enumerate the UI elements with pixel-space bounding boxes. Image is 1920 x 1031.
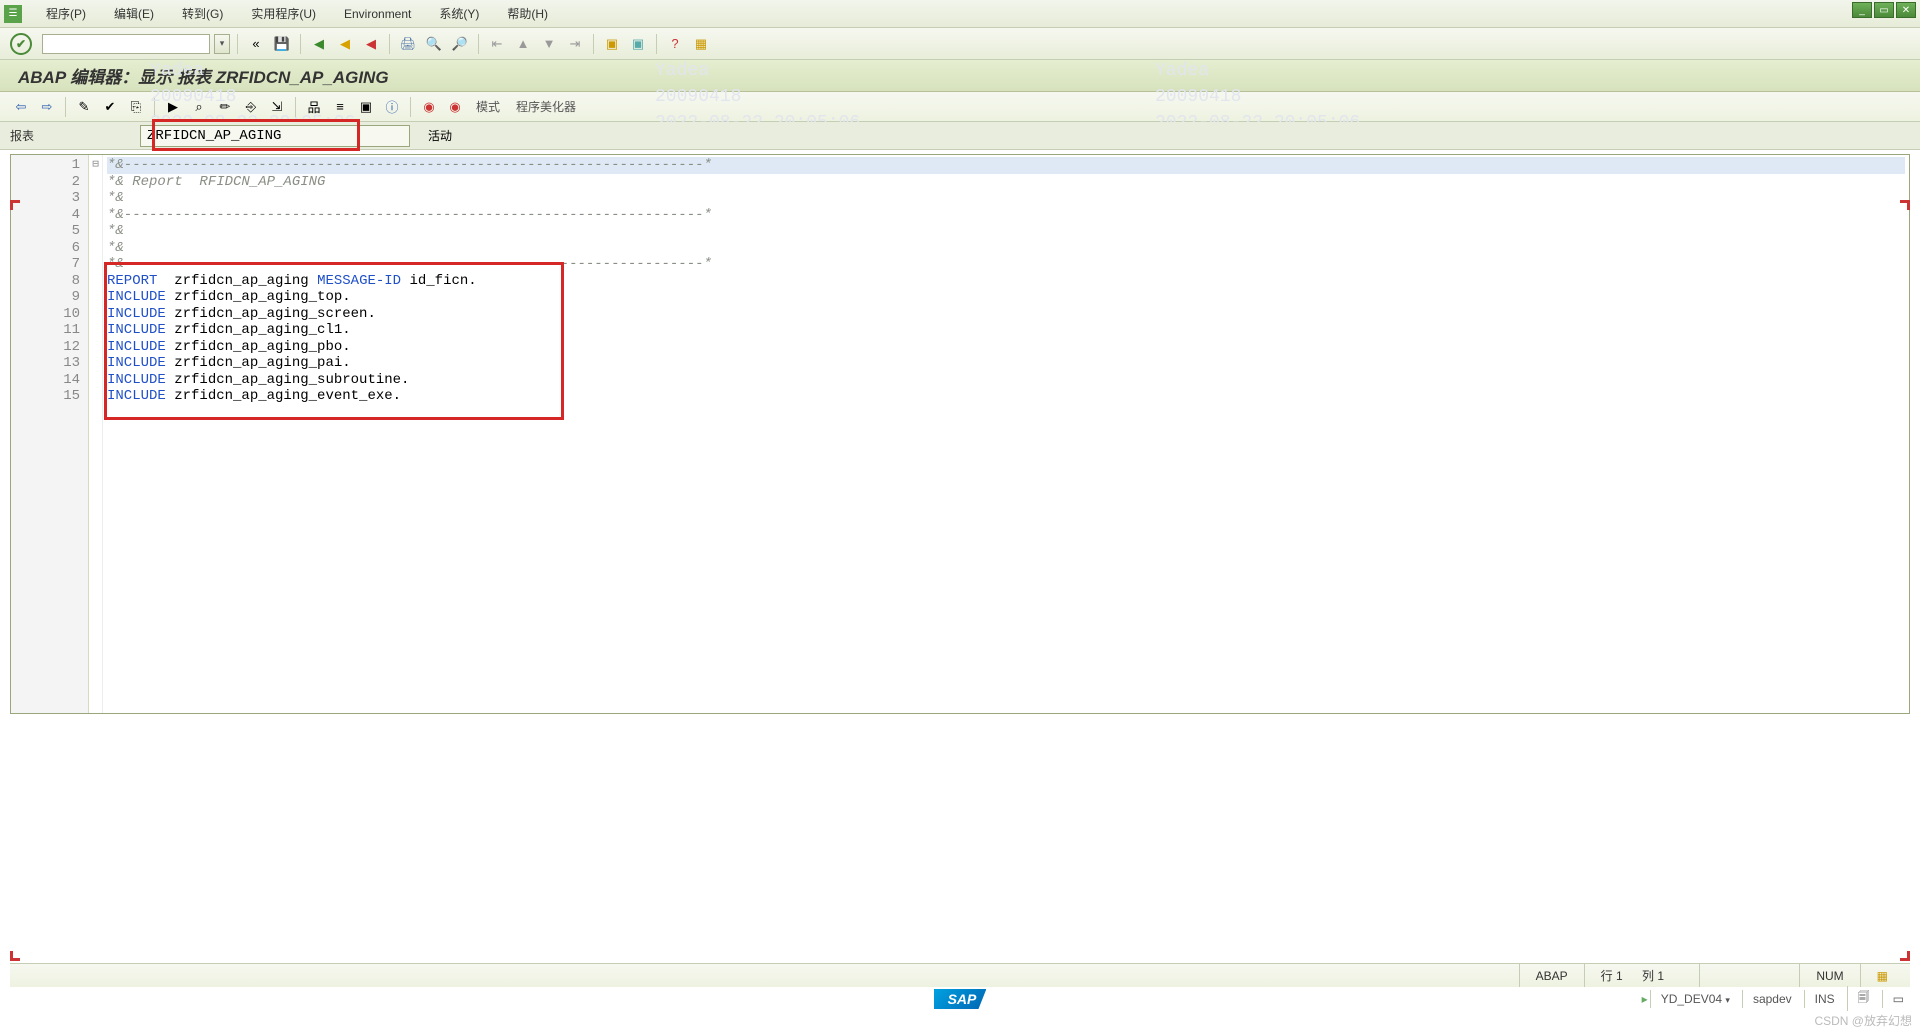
menu-help[interactable]: 帮助(H)	[493, 1, 562, 26]
where-used-icon[interactable]: ⌕	[188, 96, 210, 118]
nav-back-icon[interactable]: ⇦	[10, 96, 32, 118]
menu-utilities[interactable]: 实用程序(U)	[237, 1, 330, 26]
check-icon[interactable]: ✔	[99, 96, 121, 118]
first-page-icon[interactable]: ⇤	[486, 33, 508, 55]
history-back-icon[interactable]: «	[245, 33, 267, 55]
nav-forward-icon[interactable]: ⇨	[36, 96, 58, 118]
menu-system[interactable]: 系统(Y)	[425, 1, 493, 26]
app-toolbar: ⇦ ⇨ ✎ ✔ ⎘ ▶ ⌕ ✏ ⎆ ⇲ 品 ≡ ▣ ⓘ ◉ ◉ 模式 程序美化器	[0, 92, 1920, 122]
line-gutter: 123456789101112131415	[11, 155, 89, 713]
minimize-icon[interactable]: _	[1852, 2, 1872, 18]
exit-icon[interactable]: ◀	[334, 33, 356, 55]
corner-marker	[10, 200, 20, 210]
footer-right: ▸ YD_DEV04 ▾ sapdev INS 🗐 ▭	[1642, 986, 1914, 1011]
window-controls: _ ▭ ✕	[1852, 2, 1916, 18]
info-icon[interactable]: ⓘ	[381, 96, 403, 118]
test-icon[interactable]: ▶	[162, 96, 184, 118]
enter-button[interactable]: ✔	[10, 33, 32, 55]
footer-icon-1[interactable]: 🗐	[1847, 986, 1880, 1011]
sap-logo: SAP	[934, 989, 987, 1009]
code-content[interactable]: *&--------------------------------------…	[103, 155, 1909, 713]
next-page-icon[interactable]: ▼	[538, 33, 560, 55]
fullscreen-icon[interactable]: ▣	[355, 96, 377, 118]
layout-icon[interactable]: ▦	[690, 33, 712, 55]
ins-mode: INS	[1804, 990, 1845, 1008]
new-session-icon[interactable]: ▣	[601, 33, 623, 55]
menu-edit[interactable]: 编辑(E)	[100, 1, 168, 26]
system-id[interactable]: YD_DEV04 ▾	[1650, 990, 1740, 1008]
standard-toolbar: ✔ ▾ « 💾 ◀ ◀ ◀ 🖨 🔍 🔎 ⇤ ▲ ▼ ⇥ ▣ ▣ ? ▦	[0, 28, 1920, 60]
command-dropdown[interactable]: ▾	[214, 34, 230, 54]
code-editor[interactable]: 123456789101112131415 ⊟ *&--------------…	[10, 154, 1910, 714]
print-icon[interactable]: 🖨	[397, 33, 419, 55]
corner-marker	[1900, 951, 1910, 961]
enhance-icon[interactable]: ⇲	[266, 96, 288, 118]
status-label: 活动	[428, 127, 452, 144]
corner-marker	[1900, 200, 1910, 210]
object-field-row: 报表 活动	[0, 122, 1920, 150]
fold-column: ⊟	[89, 155, 103, 713]
sap-session-icon[interactable]: ☰	[4, 5, 22, 23]
report-label: 报表	[10, 127, 140, 144]
status-options-icon[interactable]: ▦	[1860, 964, 1904, 987]
create-shortcut-icon[interactable]: ▣	[627, 33, 649, 55]
csdn-watermark: CSDN @放弃幻想	[1814, 1012, 1912, 1029]
breakpoint-2-icon[interactable]: ◉	[444, 96, 466, 118]
client-id: sapdev	[1742, 990, 1802, 1008]
hierarchy-icon[interactable]: 品	[303, 96, 325, 118]
editor-status-bar: ABAP 行 1 列 1 NUM ▦	[10, 963, 1910, 987]
status-lang: ABAP	[1519, 964, 1584, 987]
outline-icon[interactable]: ≡	[329, 96, 351, 118]
command-field[interactable]	[42, 34, 210, 54]
edit-icon[interactable]: ✏	[214, 96, 236, 118]
menu-goto[interactable]: 转到(G)	[168, 1, 237, 26]
menu-environment[interactable]: Environment	[330, 3, 425, 25]
prev-page-icon[interactable]: ▲	[512, 33, 534, 55]
save-icon[interactable]: 💾	[271, 33, 293, 55]
breakpoint-icon[interactable]: ◉	[418, 96, 440, 118]
footer-icon-2[interactable]: ▭	[1882, 990, 1914, 1008]
display-change-icon[interactable]: ✎	[73, 96, 95, 118]
menu-program[interactable]: 程序(P)	[32, 1, 100, 26]
pretty-printer-button[interactable]: 程序美化器	[510, 98, 582, 115]
other-object-icon[interactable]: ⎆	[240, 96, 262, 118]
status-spacer	[1699, 964, 1799, 987]
corner-marker	[10, 951, 20, 961]
report-name-input[interactable]	[140, 125, 410, 147]
mode-label: 模式	[470, 98, 506, 115]
last-page-icon[interactable]: ⇥	[564, 33, 586, 55]
close-icon[interactable]: ✕	[1896, 2, 1916, 18]
page-title: ABAP 编辑器：显示 报表 ZRFIDCN_AP_AGING	[0, 60, 1920, 92]
activate-icon[interactable]: ⎘	[125, 96, 147, 118]
status-position: 行 1 列 1	[1584, 964, 1700, 987]
maximize-icon[interactable]: ▭	[1874, 2, 1894, 18]
back-icon[interactable]: ◀	[308, 33, 330, 55]
menubar: ☰ 程序(P) 编辑(E) 转到(G) 实用程序(U) Environment …	[0, 0, 1920, 28]
find-next-icon[interactable]: 🔎	[449, 33, 471, 55]
help-icon[interactable]: ?	[664, 33, 686, 55]
cancel-icon[interactable]: ◀	[360, 33, 382, 55]
footer: SAP	[0, 987, 1920, 1011]
status-num: NUM	[1799, 964, 1859, 987]
find-icon[interactable]: 🔍	[423, 33, 445, 55]
